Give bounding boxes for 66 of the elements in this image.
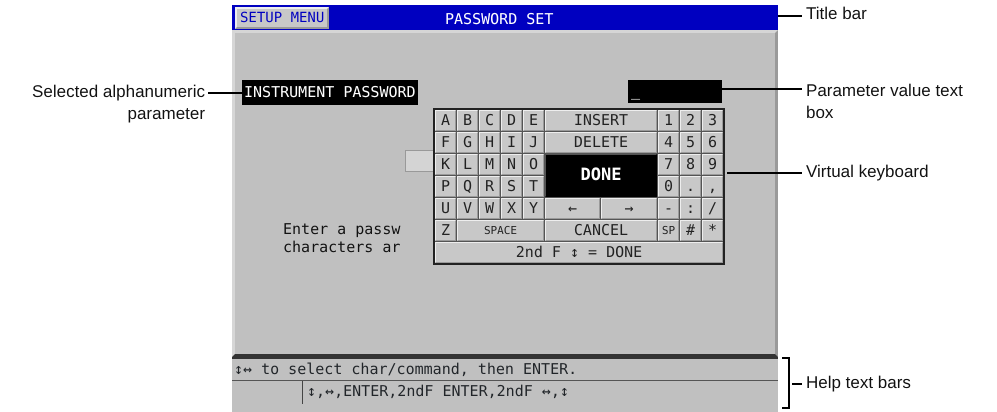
keyboard-key[interactable]: 5 xyxy=(680,132,701,153)
keyboard-key[interactable]: Q xyxy=(457,176,478,197)
keyboard-key[interactable]: INSERT xyxy=(545,110,657,131)
keyboard-key[interactable]: → xyxy=(601,198,657,219)
keyboard-key[interactable]: I xyxy=(501,132,522,153)
leader-line xyxy=(792,383,802,384)
keyboard-key[interactable]: - xyxy=(658,198,679,219)
keyboard-key[interactable]: T xyxy=(523,176,544,197)
keyboard-key[interactable]: F xyxy=(435,132,456,153)
keyboard-key[interactable]: R xyxy=(479,176,500,197)
keyboard-key[interactable]: 7 xyxy=(658,154,679,175)
keyboard-key[interactable]: C xyxy=(479,110,500,131)
parameter-value-field[interactable]: _ xyxy=(628,80,722,103)
leader-line xyxy=(778,15,802,16)
keyboard-key[interactable]: S xyxy=(501,176,522,197)
keyboard-key[interactable]: ← xyxy=(545,198,600,219)
keyboard-key[interactable]: SP xyxy=(658,220,679,241)
keyboard-key[interactable]: O xyxy=(523,154,544,175)
window-title: PASSWORD SET xyxy=(445,9,554,30)
callout-label: Virtual keyboard xyxy=(806,161,930,183)
keyboard-key[interactable]: / xyxy=(702,198,723,219)
keyboard-key[interactable]: DONE xyxy=(545,154,657,197)
keyboard-key[interactable]: H xyxy=(479,132,500,153)
keyboard-key[interactable]: U xyxy=(435,198,456,219)
callout-label: Title bar xyxy=(806,3,868,25)
keyboard-key[interactable]: J xyxy=(523,132,544,153)
keyboard-key[interactable]: D xyxy=(501,110,522,131)
message-text: Enter a passw characters ar xyxy=(283,220,400,256)
keyboard-key[interactable]: , xyxy=(702,176,723,197)
keyboard-key[interactable]: A xyxy=(435,110,456,131)
keyboard-key[interactable]: . xyxy=(680,176,701,197)
keyboard-key[interactable]: M xyxy=(479,154,500,175)
keyboard-key[interactable]: # xyxy=(680,220,701,241)
keyboard-key[interactable]: V xyxy=(457,198,478,219)
menu-tab[interactable]: SETUP MENU xyxy=(235,6,330,28)
callout-label: Parameter value text box xyxy=(806,80,964,124)
keyboard-key[interactable]: L xyxy=(457,154,478,175)
keyboard-key[interactable]: G xyxy=(457,132,478,153)
keyboard-key[interactable]: 8 xyxy=(680,154,701,175)
keyboard-key[interactable]: 4 xyxy=(658,132,679,153)
callout-label: Selected alphanumeric parameter xyxy=(31,81,205,125)
keyboard-key[interactable]: SPACE xyxy=(457,220,544,241)
keyboard-key[interactable]: K xyxy=(435,154,456,175)
keyboard-key[interactable]: 1 xyxy=(658,110,679,131)
keyboard-key[interactable]: P xyxy=(435,176,456,197)
keyboard-key[interactable]: X xyxy=(501,198,522,219)
keyboard-key[interactable]: E xyxy=(523,110,544,131)
keyboard-key[interactable]: N xyxy=(501,154,522,175)
keyboard-key[interactable]: B xyxy=(457,110,478,131)
bracket-line xyxy=(782,357,790,409)
leader-line xyxy=(208,92,242,94)
keyboard-key[interactable]: Y xyxy=(523,198,544,219)
keyboard-key[interactable]: 6 xyxy=(702,132,723,153)
keyboard-key[interactable]: 2nd F ↕ = DONE xyxy=(435,242,723,263)
keyboard-key[interactable]: DELETE xyxy=(545,132,657,153)
parameter-name[interactable]: INSTRUMENT PASSWORD xyxy=(242,80,418,105)
keyboard-key[interactable]: : xyxy=(680,198,701,219)
callout-label: Help text bars xyxy=(806,372,912,394)
keyboard-key[interactable]: 3 xyxy=(702,110,723,131)
keyboard-key[interactable]: W xyxy=(479,198,500,219)
keyboard-key[interactable]: CANCEL xyxy=(545,220,657,241)
keyboard-key[interactable]: 2 xyxy=(680,110,701,131)
keyboard-key[interactable]: 9 xyxy=(702,154,723,175)
keyboard-key[interactable]: 0 xyxy=(658,176,679,197)
keyboard-key[interactable]: Z xyxy=(435,220,456,241)
keyboard-key[interactable]: * xyxy=(702,220,723,241)
